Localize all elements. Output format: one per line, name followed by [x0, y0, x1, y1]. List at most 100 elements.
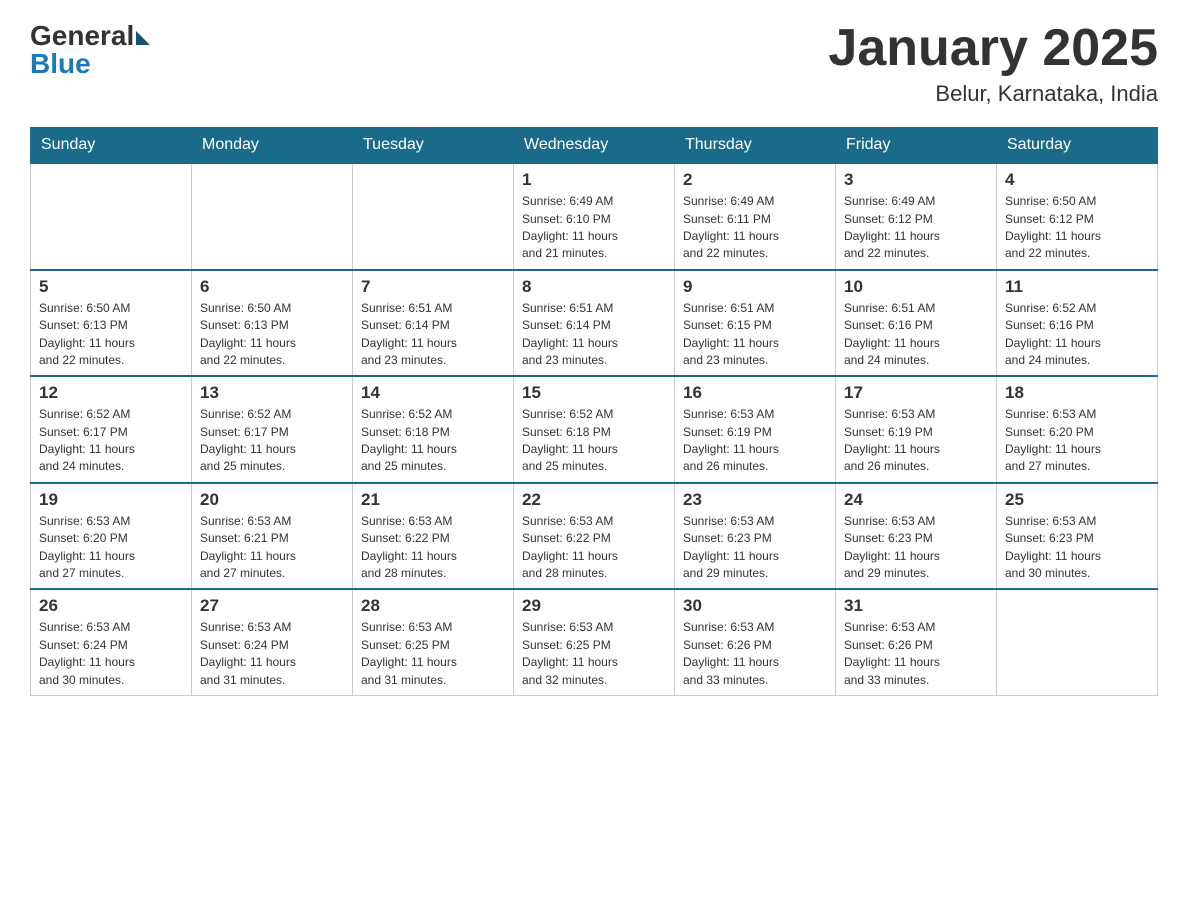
calendar-cell: 22Sunrise: 6:53 AM Sunset: 6:22 PM Dayli… — [514, 483, 675, 590]
week-row-3: 12 Sunrise: 6:52 AM Sunset: 6:17 PM Dayli… — [31, 376, 1158, 483]
logo: General Blue — [30, 20, 150, 80]
day-info: Sunrise: 6:49 AM Sunset: 6:11 PM Dayligh… — [683, 193, 827, 263]
day-info: Sunrise: 6:53 AM Sunset: 6:22 PM Dayligh… — [361, 513, 505, 583]
day-info: Sunrise: 6:53 AM Sunset: 6:20 PM Dayligh… — [39, 513, 183, 583]
day-info: Sunrise: 6:53 AM Sunset: 6:22 PM Dayligh… — [522, 513, 666, 583]
calendar-cell: 24 Sunrise: 6:53 AM Sunset: 6:23 PM Dayli… — [836, 483, 997, 590]
day-info: Sunrise: 6:53 AM Sunset: 6:23 PM Dayligh… — [844, 513, 988, 583]
day-header-thursday: Thursday — [675, 128, 836, 164]
day-info: Sunrise: 6:52 AM Sunset: 6:18 PM Dayligh… — [361, 406, 505, 476]
day-number: 6 — [200, 277, 344, 297]
calendar-cell: 26Sunrise: 6:53 AM Sunset: 6:24 PM Dayli… — [31, 589, 192, 695]
day-info: Sunrise: 6:49 AM Sunset: 6:10 PM Dayligh… — [522, 193, 666, 263]
calendar-cell: 23Sunrise: 6:53 AM Sunset: 6:23 PM Dayli… — [675, 483, 836, 590]
day-info: Sunrise: 6:53 AM Sunset: 6:26 PM Dayligh… — [844, 619, 988, 689]
day-info: Sunrise: 6:51 AM Sunset: 6:14 PM Dayligh… — [361, 300, 505, 370]
day-info: Sunrise: 6:52 AM Sunset: 6:17 PM Dayligh… — [200, 406, 344, 476]
calendar-cell: 28 Sunrise: 6:53 AM Sunset: 6:25 PM Dayli… — [353, 589, 514, 695]
page-header: General Blue January 2025 Belur, Karnata… — [30, 20, 1158, 107]
day-number: 20 — [200, 490, 344, 510]
calendar-cell: 9Sunrise: 6:51 AM Sunset: 6:15 PM Daylig… — [675, 270, 836, 377]
day-number: 27 — [200, 596, 344, 616]
day-number: 14 — [361, 383, 505, 403]
day-number: 26 — [39, 596, 183, 616]
calendar-cell: 10 Sunrise: 6:51 AM Sunset: 6:16 PM Dayli… — [836, 270, 997, 377]
day-number: 8 — [522, 277, 666, 297]
day-number: 1 — [522, 170, 666, 190]
title-area: January 2025 Belur, Karnataka, India — [828, 20, 1158, 107]
day-info: Sunrise: 6:52 AM Sunset: 6:16 PM Dayligh… — [1005, 300, 1149, 370]
logo-blue-text: Blue — [30, 48, 91, 80]
calendar-cell: 2Sunrise: 6:49 AM Sunset: 6:11 PM Daylig… — [675, 163, 836, 270]
day-header-saturday: Saturday — [997, 128, 1158, 164]
calendar-cell: 31 Sunrise: 6:53 AM Sunset: 6:26 PM Dayli… — [836, 589, 997, 695]
day-info: Sunrise: 6:53 AM Sunset: 6:19 PM Dayligh… — [683, 406, 827, 476]
calendar-cell: 16 Sunrise: 6:53 AM Sunset: 6:19 PM Dayli… — [675, 376, 836, 483]
day-number: 9 — [683, 277, 827, 297]
calendar-cell: 6 Sunrise: 6:50 AM Sunset: 6:13 PM Daylig… — [192, 270, 353, 377]
day-number: 16 — [683, 383, 827, 403]
day-number: 7 — [361, 277, 505, 297]
day-number: 12 — [39, 383, 183, 403]
calendar-cell: 8Sunrise: 6:51 AM Sunset: 6:14 PM Daylig… — [514, 270, 675, 377]
day-info: Sunrise: 6:51 AM Sunset: 6:16 PM Dayligh… — [844, 300, 988, 370]
day-info: Sunrise: 6:53 AM Sunset: 6:21 PM Dayligh… — [200, 513, 344, 583]
day-number: 30 — [683, 596, 827, 616]
day-number: 17 — [844, 383, 988, 403]
day-info: Sunrise: 6:53 AM Sunset: 6:19 PM Dayligh… — [844, 406, 988, 476]
calendar-cell: 5 Sunrise: 6:50 AM Sunset: 6:13 PM Daylig… — [31, 270, 192, 377]
day-number: 3 — [844, 170, 988, 190]
day-number: 24 — [844, 490, 988, 510]
day-number: 13 — [200, 383, 344, 403]
calendar-cell: 1 Sunrise: 6:49 AM Sunset: 6:10 PM Daylig… — [514, 163, 675, 270]
day-number: 28 — [361, 596, 505, 616]
day-number: 18 — [1005, 383, 1149, 403]
logo-arrow-icon — [136, 31, 150, 45]
day-header-monday: Monday — [192, 128, 353, 164]
calendar-cell: 7 Sunrise: 6:51 AM Sunset: 6:14 PM Daylig… — [353, 270, 514, 377]
calendar-cell: 11Sunrise: 6:52 AM Sunset: 6:16 PM Dayli… — [997, 270, 1158, 377]
calendar-cell: 13 Sunrise: 6:52 AM Sunset: 6:17 PM Dayli… — [192, 376, 353, 483]
day-info: Sunrise: 6:53 AM Sunset: 6:23 PM Dayligh… — [1005, 513, 1149, 583]
day-info: Sunrise: 6:52 AM Sunset: 6:17 PM Dayligh… — [39, 406, 183, 476]
week-row-4: 19Sunrise: 6:53 AM Sunset: 6:20 PM Dayli… — [31, 483, 1158, 590]
calendar-table: SundayMondayTuesdayWednesdayThursdayFrid… — [30, 127, 1158, 696]
day-header-friday: Friday — [836, 128, 997, 164]
day-number: 10 — [844, 277, 988, 297]
day-number: 21 — [361, 490, 505, 510]
calendar-cell: 30 Sunrise: 6:53 AM Sunset: 6:26 PM Dayli… — [675, 589, 836, 695]
day-number: 4 — [1005, 170, 1149, 190]
week-row-1: 1 Sunrise: 6:49 AM Sunset: 6:10 PM Daylig… — [31, 163, 1158, 270]
day-info: Sunrise: 6:53 AM Sunset: 6:25 PM Dayligh… — [361, 619, 505, 689]
day-info: Sunrise: 6:53 AM Sunset: 6:26 PM Dayligh… — [683, 619, 827, 689]
calendar-cell: 17 Sunrise: 6:53 AM Sunset: 6:19 PM Dayli… — [836, 376, 997, 483]
calendar-cell — [192, 163, 353, 270]
calendar-cell: 18 Sunrise: 6:53 AM Sunset: 6:20 PM Dayli… — [997, 376, 1158, 483]
calendar-cell: 21 Sunrise: 6:53 AM Sunset: 6:22 PM Dayli… — [353, 483, 514, 590]
day-info: Sunrise: 6:50 AM Sunset: 6:13 PM Dayligh… — [39, 300, 183, 370]
calendar-cell: 25 Sunrise: 6:53 AM Sunset: 6:23 PM Dayli… — [997, 483, 1158, 590]
week-row-2: 5 Sunrise: 6:50 AM Sunset: 6:13 PM Daylig… — [31, 270, 1158, 377]
calendar-cell: 19Sunrise: 6:53 AM Sunset: 6:20 PM Dayli… — [31, 483, 192, 590]
day-info: Sunrise: 6:53 AM Sunset: 6:24 PM Dayligh… — [200, 619, 344, 689]
day-number: 5 — [39, 277, 183, 297]
day-info: Sunrise: 6:53 AM Sunset: 6:23 PM Dayligh… — [683, 513, 827, 583]
month-title: January 2025 — [828, 20, 1158, 77]
location-title: Belur, Karnataka, India — [828, 81, 1158, 107]
calendar-cell: 27 Sunrise: 6:53 AM Sunset: 6:24 PM Dayli… — [192, 589, 353, 695]
header-row: SundayMondayTuesdayWednesdayThursdayFrid… — [31, 128, 1158, 164]
day-info: Sunrise: 6:50 AM Sunset: 6:13 PM Dayligh… — [200, 300, 344, 370]
calendar-cell — [31, 163, 192, 270]
day-info: Sunrise: 6:50 AM Sunset: 6:12 PM Dayligh… — [1005, 193, 1149, 263]
day-number: 29 — [522, 596, 666, 616]
calendar-cell: 15Sunrise: 6:52 AM Sunset: 6:18 PM Dayli… — [514, 376, 675, 483]
day-number: 31 — [844, 596, 988, 616]
calendar-cell: 14 Sunrise: 6:52 AM Sunset: 6:18 PM Dayli… — [353, 376, 514, 483]
day-info: Sunrise: 6:53 AM Sunset: 6:25 PM Dayligh… — [522, 619, 666, 689]
day-number: 15 — [522, 383, 666, 403]
day-info: Sunrise: 6:53 AM Sunset: 6:20 PM Dayligh… — [1005, 406, 1149, 476]
calendar-cell: 3Sunrise: 6:49 AM Sunset: 6:12 PM Daylig… — [836, 163, 997, 270]
calendar-cell: 29 Sunrise: 6:53 AM Sunset: 6:25 PM Dayli… — [514, 589, 675, 695]
day-header-wednesday: Wednesday — [514, 128, 675, 164]
day-number: 25 — [1005, 490, 1149, 510]
